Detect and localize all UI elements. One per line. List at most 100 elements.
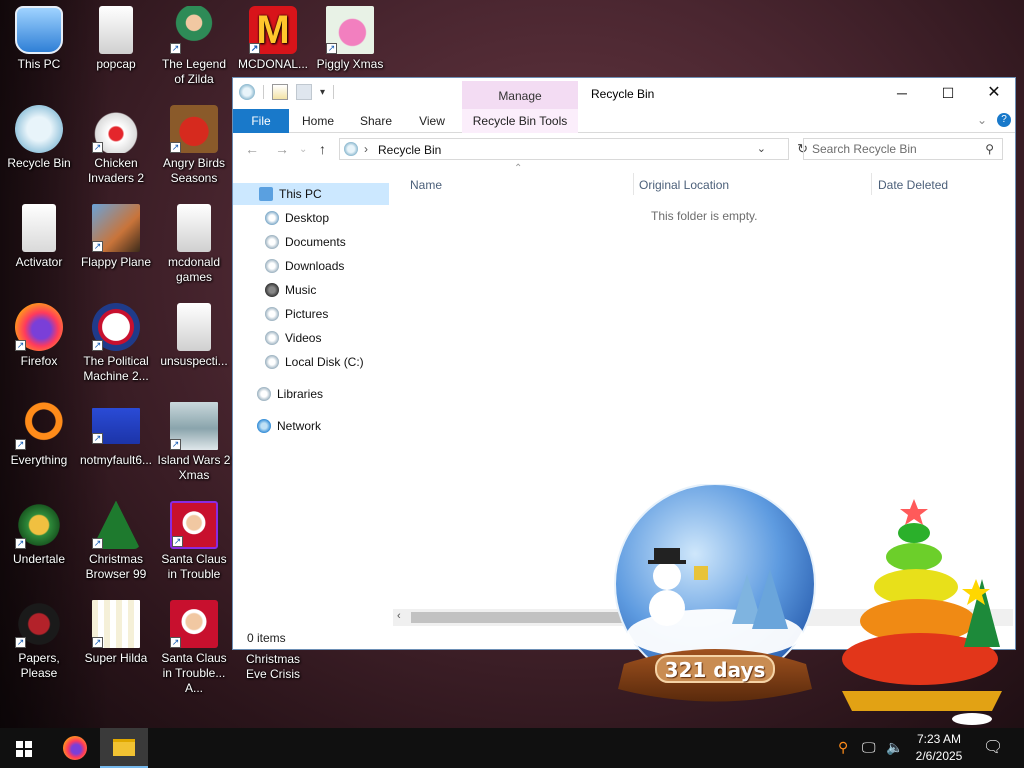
tree-base xyxy=(842,691,1002,711)
desktop-icon-undertale[interactable]: ↗ Undertale xyxy=(0,501,78,567)
help-icon[interactable]: ? xyxy=(997,113,1011,127)
column-header-date-deleted[interactable]: Date Deleted xyxy=(878,173,948,197)
desktop-icon-island-wars[interactable]: ↗ Island Wars 2 Xmas xyxy=(155,402,233,483)
firefox-icon: ↗ xyxy=(15,303,63,351)
shortcut-arrow-icon: ↗ xyxy=(170,43,181,54)
title-bar[interactable]: ▾ Manage Recycle Bin ─ ☐ ✕ xyxy=(233,78,1015,109)
nav-item-network[interactable]: Network xyxy=(257,415,321,437)
christmas-tree-widget[interactable] xyxy=(832,497,1022,728)
recycle-bin-small-icon xyxy=(239,84,255,100)
windows-logo-pane xyxy=(25,741,32,748)
desktop-icon-label: popcap xyxy=(96,57,136,71)
address-dropdown-icon[interactable]: ⌄ xyxy=(757,142,766,155)
nav-item-label: Libraries xyxy=(277,387,324,401)
search-input[interactable]: Search Recycle Bin ⚲ xyxy=(803,138,1003,160)
qat-dropdown-icon[interactable]: ▾ xyxy=(320,87,325,98)
column-divider[interactable] xyxy=(871,173,872,195)
pig-icon: ↗ xyxy=(326,6,374,54)
minimize-button[interactable]: ─ xyxy=(879,78,925,108)
desktop-icon-this-pc[interactable]: This PC xyxy=(0,6,78,72)
desktop-icon-super-hilda[interactable]: ↗ Super Hilda xyxy=(77,600,155,666)
desktop-icon-christmas-eve-crisis[interactable]: Christmas Eve Crisis xyxy=(234,652,312,682)
nav-item-this-pc[interactable]: This PC xyxy=(233,183,389,205)
desktop-icon-santa-claus[interactable]: ↗ Santa Claus in Trouble xyxy=(155,501,233,582)
nav-item-downloads[interactable]: Downloads xyxy=(265,255,344,277)
volume-icon[interactable]: 🔈 xyxy=(886,739,903,756)
desktop-icon-recycle-bin[interactable]: Recycle Bin xyxy=(0,105,78,171)
shortcut-arrow-icon: ↗ xyxy=(92,340,103,351)
tab-home[interactable]: Home xyxy=(295,109,341,133)
recent-locations-icon[interactable]: ⌄ xyxy=(299,144,307,155)
christmas-tree-icon: ↗ xyxy=(92,501,140,549)
desktop-icon-label: Activator xyxy=(15,255,63,269)
desktop-icon-mcdonald-games[interactable]: mcdonald games xyxy=(155,204,233,285)
desktop-icon-popcap[interactable]: popcap xyxy=(77,6,155,72)
column-header-name[interactable]: Name xyxy=(410,173,442,197)
everything-tray-icon[interactable]: ⚲ xyxy=(838,739,848,756)
manage-tab[interactable]: Manage xyxy=(462,81,578,109)
nav-item-desktop[interactable]: Desktop xyxy=(265,207,329,229)
desktop-icon-label: MCDONAL... xyxy=(237,57,308,71)
desktop-icon-chicken-invaders[interactable]: ↗ Chicken Invaders 2 xyxy=(77,105,155,186)
desktop-icon-christmas-browser[interactable]: ↗ Christmas Browser 99 xyxy=(77,501,155,582)
column-header-original-location[interactable]: Original Location xyxy=(639,173,729,197)
properties-icon[interactable] xyxy=(272,84,288,100)
nav-item-label: Documents xyxy=(285,235,346,249)
desktop-icon-legend-of-zilda[interactable]: ↗ The Legend of Zilda xyxy=(155,6,233,87)
tab-share[interactable]: Share xyxy=(353,109,399,133)
maximize-button[interactable]: ☐ xyxy=(925,78,971,108)
desktop-icon-angry-birds[interactable]: ↗ Angry Birds Seasons xyxy=(155,105,233,186)
desktop-icon-notmyfault[interactable]: ↗ notmyfault6... xyxy=(77,402,155,468)
taskbar-file-explorer[interactable] xyxy=(100,728,148,768)
system-clock[interactable]: 7:23 AM 2/6/2025 xyxy=(912,731,966,765)
desktop-icon-unsuspecting[interactable]: unsuspecti... xyxy=(155,303,233,369)
new-folder-icon[interactable] xyxy=(296,84,312,100)
notifications-icon[interactable]: 🗨 xyxy=(983,737,1003,757)
nav-item-pictures[interactable]: Pictures xyxy=(265,303,328,325)
address-bar[interactable]: › Recycle Bin ⌄ ↻ xyxy=(339,138,808,160)
shortcut-arrow-icon: ↗ xyxy=(92,538,103,549)
desktop-icon-label: Firefox xyxy=(20,354,58,368)
bluescreen-icon: ↗ xyxy=(92,408,140,444)
taskbar-firefox[interactable] xyxy=(50,728,98,768)
desktop-icon-label: Island Wars 2 Xmas xyxy=(157,453,231,482)
nav-item-documents[interactable]: Documents xyxy=(265,231,346,253)
network-tray-icon[interactable]: 🖵 xyxy=(862,739,876,756)
scroll-left-icon[interactable]: ‹ xyxy=(397,610,401,622)
windows-logo-icon xyxy=(16,741,23,748)
folder-icon xyxy=(22,204,56,252)
desktop-icon-firefox[interactable]: ↗ Firefox xyxy=(0,303,78,369)
back-arrow-icon[interactable]: ← xyxy=(245,141,259,157)
start-button[interactable] xyxy=(0,728,48,768)
nav-item-libraries[interactable]: Libraries xyxy=(257,383,323,405)
snow-pile xyxy=(952,713,992,725)
desktop-icon-label: This PC xyxy=(17,57,61,71)
desktop-icon-flappy-plane[interactable]: ↗ Flappy Plane xyxy=(77,204,155,270)
tab-view[interactable]: View xyxy=(409,109,455,133)
desktop-icon-label: Christmas Eve Crisis xyxy=(245,652,300,681)
nav-item-local-disk[interactable]: Local Disk (C:) xyxy=(265,351,364,373)
breadcrumb-chevron-icon[interactable]: › xyxy=(364,142,368,156)
column-divider[interactable] xyxy=(633,173,634,195)
desktop-icon-everything[interactable]: ↗ Everything xyxy=(0,402,78,468)
desktop-icon-mcdonalds[interactable]: M ↗ MCDONAL... xyxy=(234,6,312,72)
desktop-icon-piggly-xmas[interactable]: ↗ Piggly Xmas xyxy=(311,6,389,72)
tab-file[interactable]: File xyxy=(233,109,289,133)
tab-recycle-bin-tools[interactable]: Recycle Bin Tools xyxy=(462,109,578,133)
desktop-icon-political-machine[interactable]: ↗ The Political Machine 2... xyxy=(77,303,155,384)
close-button[interactable]: ✕ xyxy=(971,78,1017,108)
breadcrumb-recycle-bin[interactable]: Recycle Bin xyxy=(378,143,441,157)
file-explorer-icon xyxy=(113,739,135,756)
chicken-icon: ↗ xyxy=(92,105,140,153)
shortcut-arrow-icon: ↗ xyxy=(92,142,103,153)
forward-arrow-icon[interactable]: → xyxy=(275,141,289,157)
desktop-icon-label: Angry Birds Seasons xyxy=(162,156,226,185)
ribbon-expand-icon[interactable]: ⌄ xyxy=(977,113,987,127)
scrollbar-thumb[interactable] xyxy=(411,612,633,623)
desktop-icon-papers-please[interactable]: ↗ Papers, Please xyxy=(0,600,78,681)
up-arrow-icon[interactable]: ↑ xyxy=(319,141,326,157)
desktop-icon-activator[interactable]: Activator xyxy=(0,204,78,270)
nav-item-music[interactable]: Music xyxy=(265,279,316,301)
nav-item-videos[interactable]: Videos xyxy=(265,327,321,349)
desktop-icon-santa-claus-2[interactable]: ↗ Santa Claus in Trouble... A... xyxy=(155,600,233,696)
